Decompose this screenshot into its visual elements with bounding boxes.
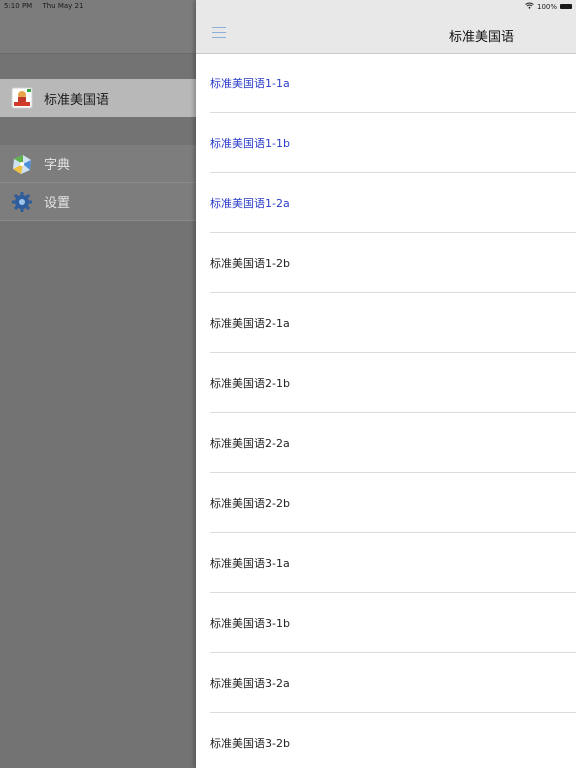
- status-time: 5:10 PM: [4, 2, 33, 10]
- list-item[interactable]: 标准美国语3-1a: [196, 533, 576, 593]
- dictionary-icon: [11, 153, 33, 175]
- main-panel: 100% 标准美国语 标准美国语1-1a 标准美国语1-1b 标准美国语1-2a…: [196, 0, 576, 768]
- list-item[interactable]: 标准美国语1-1b: [196, 113, 576, 173]
- battery-icon: [560, 4, 572, 9]
- sidebar-item-label: 设置: [44, 196, 71, 211]
- status-bar-right: 100%: [525, 2, 572, 11]
- sidebar-item-settings[interactable]: 设置: [0, 183, 196, 221]
- lesson-list: 标准美国语1-1a 标准美国语1-1b 标准美国语1-2a 标准美国语1-2b …: [196, 53, 576, 768]
- navigation-bar: 100% 标准美国语: [196, 0, 576, 54]
- gear-icon: [11, 191, 33, 213]
- sidebar-header: 5:10 PM Thu May 21: [0, 0, 196, 54]
- status-bar-left: 5:10 PM Thu May 21: [4, 2, 91, 10]
- app-book-icon: [11, 87, 33, 109]
- sidebar-item-standard-american[interactable]: 标准美国语: [0, 79, 196, 117]
- list-item[interactable]: 标准美国语1-2a: [196, 173, 576, 233]
- page-title: 标准美国语: [448, 30, 514, 45]
- sidebar-item-label: 字典: [44, 158, 71, 173]
- list-item[interactable]: 标准美国语3-1b: [196, 593, 576, 653]
- status-date: Thu May 21: [42, 2, 84, 10]
- list-item[interactable]: 标准美国语2-2a: [196, 413, 576, 473]
- list-item[interactable]: 标准美国语3-2a: [196, 653, 576, 713]
- list-item[interactable]: 标准美国语2-1a: [196, 293, 576, 353]
- list-item[interactable]: 标准美国语1-1a: [196, 53, 576, 113]
- sidebar: 5:10 PM Thu May 21 标准美国语 字典 设置: [0, 0, 196, 768]
- sidebar-item-label: 标准美国语: [44, 92, 110, 108]
- list-item[interactable]: 标准美国语2-1b: [196, 353, 576, 413]
- battery-percent: 100%: [536, 2, 557, 11]
- wifi-icon: [525, 2, 534, 11]
- list-item[interactable]: 标准美国语2-2b: [196, 473, 576, 533]
- sidebar-item-dictionary[interactable]: 字典: [0, 145, 196, 183]
- list-item[interactable]: 标准美国语3-2b: [196, 713, 576, 768]
- list-item[interactable]: 标准美国语1-2b: [196, 233, 576, 293]
